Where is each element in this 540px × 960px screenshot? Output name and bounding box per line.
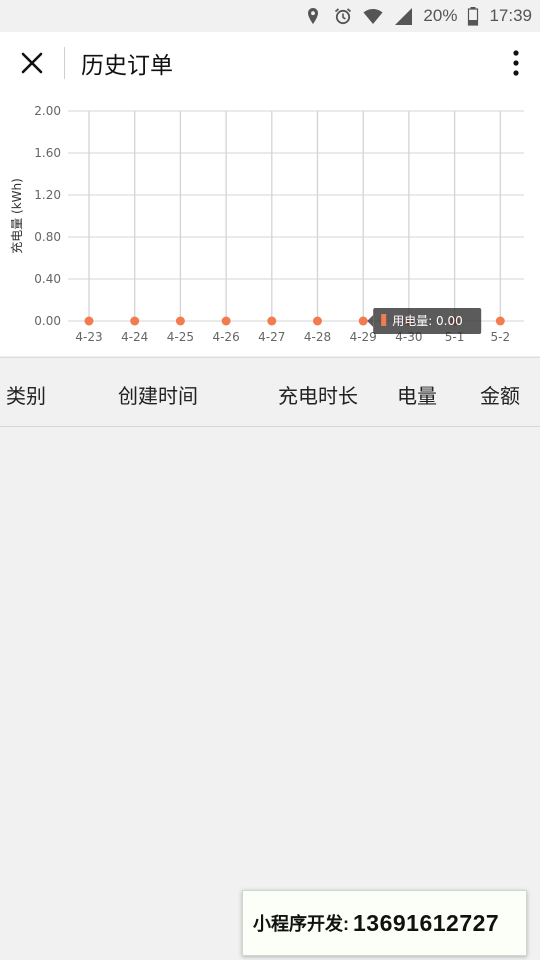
y-tick-label: 0.80	[34, 230, 61, 244]
app-header: 历史订单	[0, 32, 540, 94]
y-axis-label: 充电量 (kWh)	[9, 178, 24, 254]
data-point[interactable]	[130, 316, 140, 326]
chart-tooltip: 用电量: 0.00	[367, 308, 482, 334]
close-button[interactable]	[0, 32, 64, 94]
page-title: 历史订单	[81, 53, 173, 79]
column-header-charge-duration[interactable]: 充电时长	[278, 380, 358, 409]
x-tick-label: 4-29	[350, 330, 377, 344]
y-tick-label: 1.20	[34, 188, 61, 202]
y-tick-label: 0.40	[34, 272, 61, 286]
x-tick-label: 4-26	[212, 330, 239, 344]
promo-phone[interactable]: 13691612727	[353, 910, 499, 937]
more-button[interactable]	[492, 32, 540, 94]
data-point[interactable]	[221, 316, 231, 326]
x-tick-label: 4-28	[304, 330, 331, 344]
location-icon	[303, 6, 323, 26]
x-tick-label: 5-2	[490, 330, 510, 344]
tooltip-label: 用电量: 0.00	[392, 314, 463, 328]
y-tick-label: 0.00	[34, 314, 61, 328]
y-tick-label: 2.00	[34, 104, 61, 118]
column-header-category[interactable]: 类别	[6, 380, 46, 409]
battery-percent: 20%	[423, 6, 458, 25]
x-tick-label: 4-25	[167, 330, 194, 344]
y-tick-label: 1.60	[34, 146, 61, 160]
close-icon	[21, 52, 43, 74]
more-vertical-icon	[513, 50, 519, 76]
data-point[interactable]	[313, 316, 322, 326]
header-divider	[64, 47, 65, 79]
table-header: 类别 创建时间 充电时长 电量 金额	[0, 357, 540, 427]
data-point[interactable]	[495, 316, 505, 326]
order-list	[0, 428, 540, 960]
battery-icon	[467, 6, 479, 26]
promo-label: 小程序开发:	[253, 914, 349, 934]
column-header-energy[interactable]: 电量	[397, 380, 437, 409]
promo-banner[interactable]: 小程序开发: 13691612727	[242, 890, 527, 956]
tooltip-swatch	[381, 314, 387, 326]
x-tick-label: 4-24	[121, 330, 148, 344]
status-time: 17:39	[489, 6, 532, 25]
status-bar: 20% 17:39	[0, 0, 540, 32]
x-tick-label: 4-27	[258, 330, 285, 344]
chart-svg: 0.00 0.40 0.80 1.20 1.60 2.00 4-23 4-24 4-25 4-26…	[9, 104, 524, 344]
column-header-created-time[interactable]: 创建时间	[118, 380, 198, 409]
data-point[interactable]	[175, 316, 185, 326]
data-point[interactable]	[84, 316, 94, 326]
column-header-amount[interactable]: 金额	[480, 380, 520, 409]
data-point[interactable]	[358, 316, 368, 326]
signal-icon	[393, 6, 413, 26]
x-tick-label: 4-23	[75, 330, 102, 344]
data-point[interactable]	[267, 316, 277, 326]
alarm-icon	[333, 6, 353, 26]
usage-chart[interactable]: 0.00 0.40 0.80 1.20 1.60 2.00 4-23 4-24 4-25 4-26…	[0, 94, 540, 356]
wifi-icon	[363, 6, 383, 26]
